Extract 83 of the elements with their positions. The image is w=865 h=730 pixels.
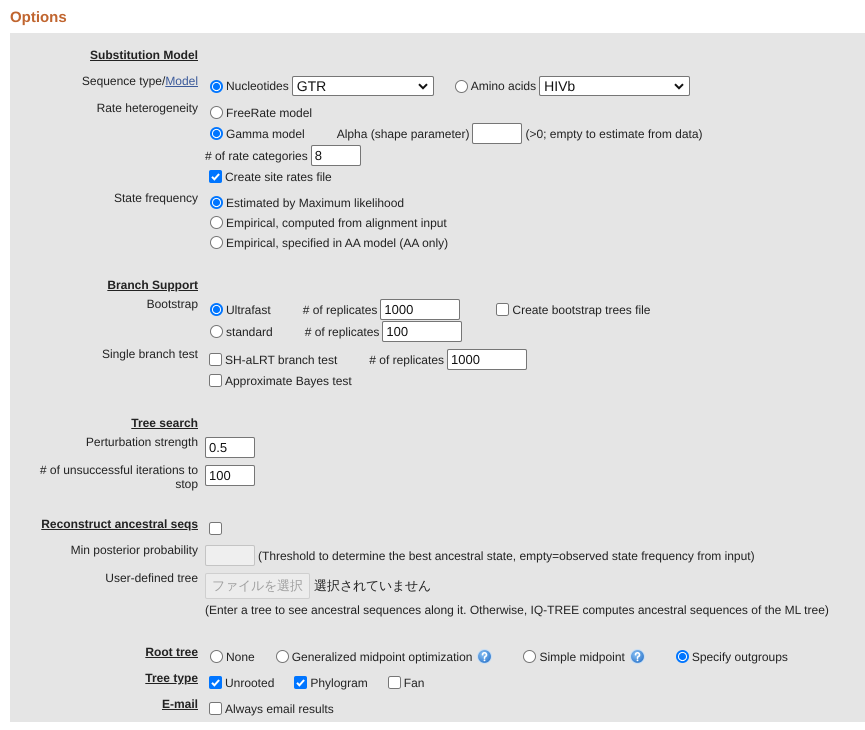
option-label: SH-aLRT branch test — [225, 352, 338, 366]
radio-button[interactable] — [523, 650, 536, 663]
option-label: Create site rates file — [225, 170, 332, 184]
dropdown-select[interactable]: HIVb — [539, 76, 690, 96]
text-input[interactable]: 100 — [205, 465, 255, 486]
option-label: Unrooted — [225, 676, 274, 690]
help-icon[interactable] — [477, 649, 492, 664]
text-input[interactable] — [472, 123, 522, 144]
option-label: Nucleotides — [226, 79, 289, 93]
option-label: None — [226, 650, 255, 664]
option-label: Simple midpoint — [539, 650, 625, 664]
option-label: Create bootstrap trees file — [512, 302, 650, 316]
section-heading: Root tree — [145, 645, 198, 659]
field-label: Rate heterogeneity — [96, 101, 198, 115]
field-label: Min posterior probability — [70, 543, 198, 557]
section-heading: Branch Support — [107, 278, 198, 292]
option-label: Gamma model — [226, 126, 305, 140]
caption-text: # of replicates — [302, 302, 378, 316]
file-status-text: 選択されていません — [314, 577, 431, 595]
option-label: Always email results — [225, 702, 334, 716]
text-input[interactable]: 100 — [382, 321, 462, 342]
checkbox[interactable] — [209, 170, 222, 183]
section-heading: E-mail — [162, 697, 198, 711]
option-label: Approximate Bayes test — [225, 374, 352, 388]
field-label: Single branch test — [102, 347, 198, 361]
radio-button[interactable] — [210, 196, 223, 209]
section-heading: Tree type — [145, 671, 198, 685]
caption-text: # of replicates — [369, 352, 444, 366]
radio-button[interactable] — [210, 106, 223, 119]
help-icon[interactable] — [630, 649, 645, 664]
chevron-down-icon — [418, 82, 428, 90]
radio-button[interactable] — [210, 236, 223, 249]
radio-button[interactable] — [276, 650, 289, 663]
caption-text: Alpha (shape parameter) — [336, 126, 470, 140]
caption-text: # of replicates — [304, 324, 380, 338]
section-title: Options — [10, 8, 67, 28]
caption-text: (Threshold to determine the best ancestral state, empty=observed state frequency from input) — [258, 548, 755, 562]
caption-text: (Enter a tree to see ancestral sequences along it. Otherwise, IQ-TREE computes ancestral sequences of the ML tree) — [205, 602, 829, 616]
radio-button[interactable] — [210, 325, 223, 338]
option-label: Empirical, computed from alignment input — [226, 216, 447, 230]
checkbox[interactable] — [209, 702, 222, 715]
field-label: User-defined tree — [105, 571, 198, 585]
text-input[interactable]: 0.5 — [205, 437, 255, 458]
radio-button[interactable] — [210, 216, 223, 229]
option-label: Estimated by Maximum likelihood — [226, 196, 404, 210]
option-label: Phylogram — [310, 676, 368, 690]
field-label: Perturbation strength — [86, 435, 198, 449]
section-heading: Tree search — [131, 416, 198, 430]
option-label: Ultrafast — [226, 302, 271, 316]
checkbox[interactable] — [209, 353, 222, 366]
radio-button[interactable] — [210, 650, 223, 663]
caption-text: (>0; empty to estimate from data) — [525, 126, 703, 140]
radio-button[interactable] — [210, 80, 223, 92]
radio-button[interactable] — [454, 80, 468, 92]
field-label: Sequence type/Model — [82, 74, 198, 88]
field-label: # of unsuccessful iterations to stop — [40, 463, 198, 491]
option-label: Generalized midpoint optimization — [292, 650, 472, 664]
radio-button[interactable] — [676, 650, 689, 663]
dropdown-select[interactable]: GTR — [292, 76, 434, 96]
section-heading: Reconstruct ancestral seqs — [41, 517, 198, 531]
checkbox[interactable] — [209, 374, 222, 387]
checkbox[interactable] — [388, 676, 401, 689]
option-label: Fan — [404, 676, 424, 690]
text-input[interactable]: 1000 — [380, 299, 460, 320]
option-label: standard — [226, 324, 273, 338]
radio-button[interactable] — [210, 127, 223, 140]
model-link[interactable]: Model — [165, 74, 198, 88]
checkbox[interactable] — [209, 522, 222, 535]
chevron-down-icon — [674, 82, 684, 90]
option-label: FreeRate model — [226, 106, 312, 120]
text-input[interactable]: 1000 — [447, 349, 527, 370]
section-heading: Substitution Model — [90, 48, 198, 62]
checkbox[interactable] — [496, 303, 510, 316]
caption-text: # of rate categories — [205, 148, 308, 162]
field-label: Bootstrap — [146, 297, 198, 311]
radio-button[interactable] — [210, 303, 223, 316]
checkbox[interactable] — [294, 676, 308, 689]
field-label: State frequency — [114, 191, 198, 205]
checkbox[interactable] — [209, 676, 222, 689]
option-label: Specify outgroups — [692, 650, 788, 664]
option-label: Empirical, specified in AA model (AA only) — [226, 236, 448, 250]
option-label: Amino acids — [470, 79, 536, 93]
text-input[interactable]: 8 — [310, 145, 361, 166]
